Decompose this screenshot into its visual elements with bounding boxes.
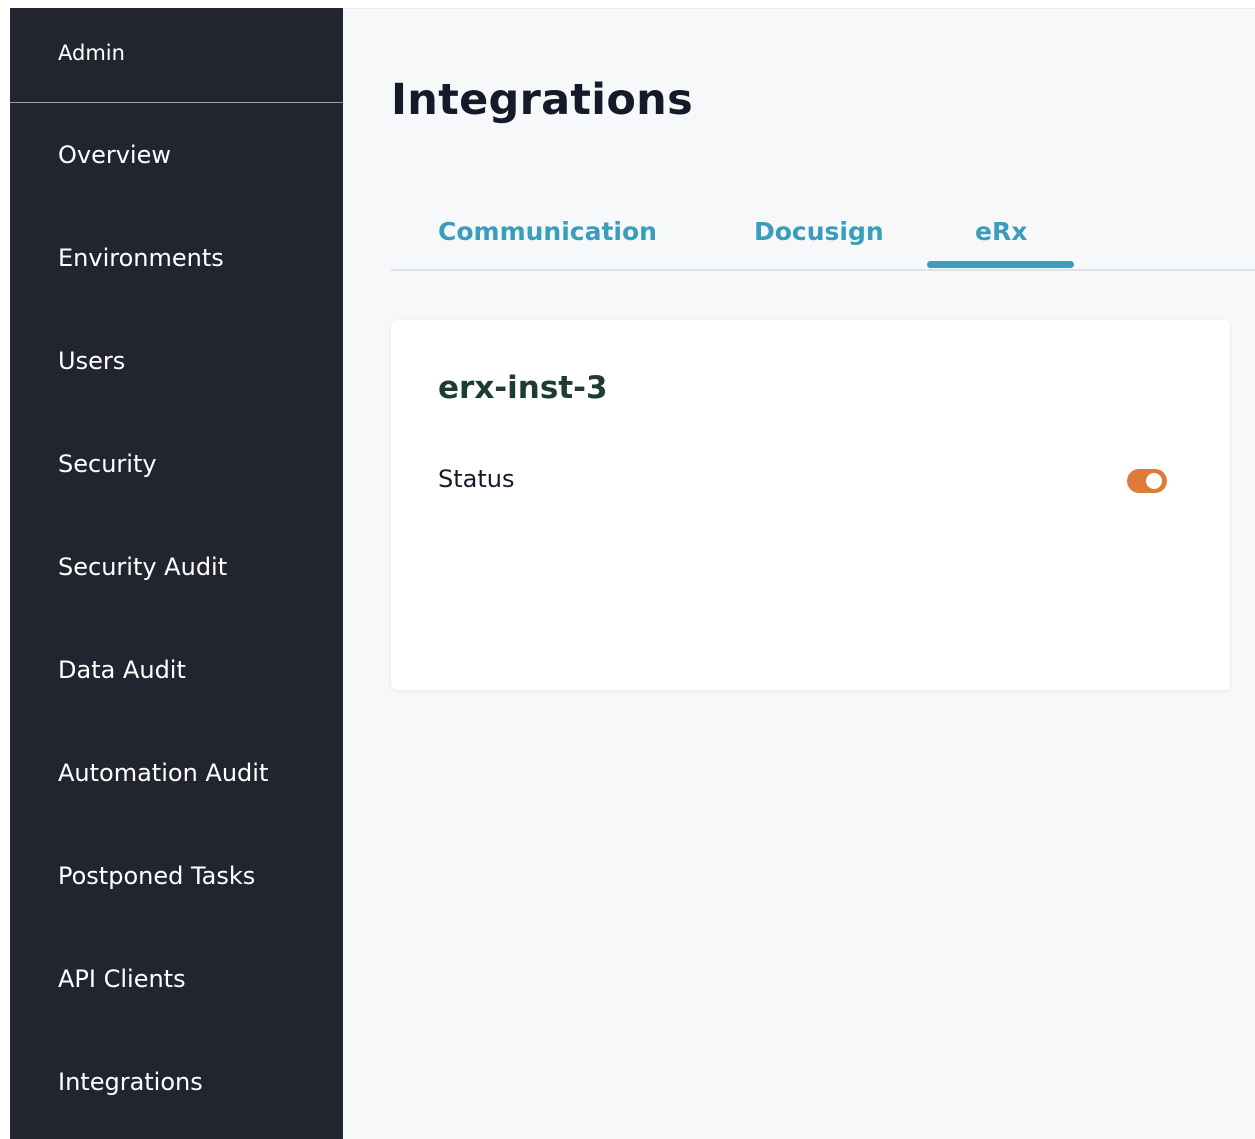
sidebar: Admin Overview Environments Users Securi…	[10, 8, 343, 1139]
integration-card: erx-inst-3 Status	[391, 320, 1230, 690]
toggle-knob	[1146, 473, 1162, 489]
sidebar-item-api-clients[interactable]: API Clients	[58, 965, 186, 993]
integration-name: erx-inst-3	[438, 370, 608, 406]
sidebar-item-data-audit[interactable]: Data Audit	[58, 656, 186, 684]
tab-erx[interactable]: eRx	[975, 217, 1027, 246]
sidebar-item-integrations[interactable]: Integrations	[58, 1068, 203, 1096]
main-content: Integrations Communication Docusign eRx …	[343, 8, 1255, 1139]
sidebar-item-users[interactable]: Users	[58, 347, 125, 375]
tab-communication[interactable]: Communication	[438, 217, 657, 246]
app-frame: Admin Overview Environments Users Securi…	[0, 0, 1255, 1139]
sidebar-item-overview[interactable]: Overview	[58, 141, 171, 169]
sidebar-item-environments[interactable]: Environments	[58, 244, 224, 272]
page-title: Integrations	[391, 75, 693, 125]
integration-tabs: Communication Docusign eRx	[391, 203, 1255, 271]
tab-docusign[interactable]: Docusign	[754, 217, 884, 246]
status-toggle[interactable]	[1127, 469, 1167, 493]
active-tab-indicator	[927, 261, 1074, 268]
sidebar-item-security[interactable]: Security	[58, 450, 157, 478]
status-label: Status	[438, 465, 515, 493]
sidebar-item-automation-audit[interactable]: Automation Audit	[58, 759, 268, 787]
sidebar-item-security-audit[interactable]: Security Audit	[58, 553, 227, 581]
sidebar-item-postponed-tasks[interactable]: Postponed Tasks	[58, 862, 255, 890]
sidebar-header: Admin	[10, 8, 343, 103]
